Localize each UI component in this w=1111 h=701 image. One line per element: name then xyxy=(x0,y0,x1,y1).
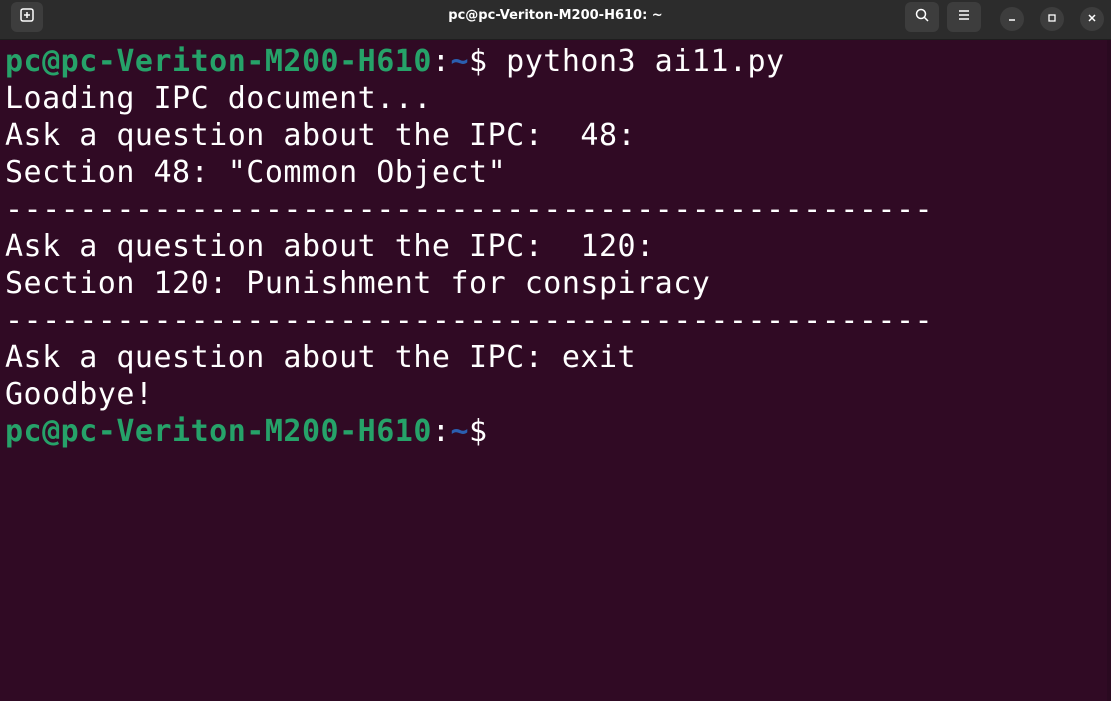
scrollbar[interactable] xyxy=(1107,40,1111,701)
prompt-user-host: pc@pc-Veriton-M200-H610 xyxy=(5,414,432,449)
prompt-dollar: $ xyxy=(469,44,488,79)
prompt-colon: : xyxy=(431,414,451,449)
hamburger-menu-icon xyxy=(957,8,971,27)
command-text: python3 ai11.py xyxy=(487,44,785,79)
output-line: Ask a question about the IPC: 48: xyxy=(5,118,637,153)
output-line: Section 48: "Common Object" xyxy=(5,155,507,190)
maximize-button[interactable] xyxy=(1040,7,1064,31)
prompt-dollar: $ xyxy=(469,414,488,449)
menu-button[interactable] xyxy=(947,2,981,32)
prompt-user-host: pc@pc-Veriton-M200-H610 xyxy=(5,44,432,79)
output-line: Ask a question about the IPC: exit xyxy=(5,340,637,375)
output-line: Section 120: Punishment for conspiracy xyxy=(5,266,711,301)
search-icon xyxy=(914,7,930,28)
minimize-icon xyxy=(1007,10,1017,28)
output-line: Ask a question about the IPC: 120: xyxy=(5,229,655,264)
terminal-output[interactable]: pc@pc-Veriton-M200-H610:~$ python3 ai11.… xyxy=(0,40,1111,701)
prompt-colon: : xyxy=(431,44,451,79)
output-line: Loading IPC document... xyxy=(5,81,432,116)
close-button[interactable] xyxy=(1080,7,1104,31)
title-bar: pc@pc-Veriton-M200-H610: ~ xyxy=(0,0,1111,40)
prompt-path: ~ xyxy=(450,414,470,449)
prompt-path: ~ xyxy=(450,44,470,79)
close-icon xyxy=(1087,10,1097,28)
minimize-button[interactable] xyxy=(1000,7,1024,31)
separator-line: ----------------------------------------… xyxy=(5,192,934,227)
output-line: Goodbye! xyxy=(5,377,154,412)
window-title: pc@pc-Veriton-M200-H610: ~ xyxy=(448,8,663,23)
final-prompt-line: pc@pc-Veriton-M200-H610:~$ xyxy=(5,413,488,450)
terminal-window: pc@pc-Veriton-M200-H610: ~ pc@pc-Veriton… xyxy=(0,0,1111,701)
search-button[interactable] xyxy=(905,2,939,32)
separator-line: ----------------------------------------… xyxy=(5,303,934,338)
maximize-icon xyxy=(1047,10,1057,28)
command-prompt-line: pc@pc-Veriton-M200-H610:~$ python3 ai11.… xyxy=(5,43,785,80)
